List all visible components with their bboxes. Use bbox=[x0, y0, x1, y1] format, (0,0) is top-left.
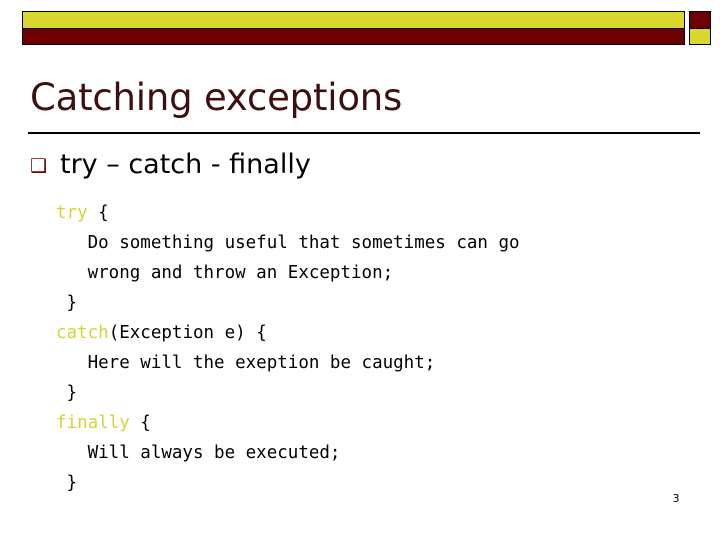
code-line: Do something useful that sometimes can g… bbox=[56, 228, 696, 258]
code-text: { bbox=[87, 203, 109, 223]
code-keyword: finally bbox=[56, 413, 130, 433]
code-line: wrong and throw an Exception; bbox=[56, 258, 696, 288]
header-yellow-square bbox=[689, 29, 711, 45]
code-text: } bbox=[56, 383, 78, 403]
code-line: Here will the exeption be caught; bbox=[56, 348, 696, 378]
bullet-list-item: ❑ try – catch - finally bbox=[30, 148, 690, 182]
square-bullet-icon: ❑ bbox=[30, 155, 48, 177]
code-text: (Exception e) { bbox=[108, 323, 267, 343]
code-text: Here will the exeption be caught; bbox=[56, 353, 436, 373]
code-text: Do something useful that sometimes can g… bbox=[56, 233, 520, 253]
code-line: } bbox=[56, 378, 696, 408]
code-snippet: try { Do something useful that sometimes… bbox=[56, 198, 696, 498]
header-dark-red-bar bbox=[22, 29, 685, 45]
slide-page-number: 3 bbox=[672, 492, 680, 505]
bullet-item-label: try – catch - finally bbox=[60, 149, 311, 180]
code-text: } bbox=[56, 473, 78, 493]
slide-header-decoration bbox=[0, 0, 720, 50]
header-yellow-bar bbox=[22, 11, 685, 29]
code-keyword: catch bbox=[56, 323, 109, 343]
code-text: Will always be executed; bbox=[56, 443, 341, 463]
code-line: catch(Exception e) { bbox=[56, 318, 696, 348]
header-dark-red-square bbox=[689, 11, 711, 29]
code-line: } bbox=[56, 288, 696, 318]
code-text: { bbox=[129, 413, 151, 433]
code-line: finally { bbox=[56, 408, 696, 438]
code-text: wrong and throw an Exception; bbox=[56, 263, 394, 283]
title-divider bbox=[28, 132, 700, 134]
code-line: } bbox=[56, 468, 696, 498]
code-keyword: try bbox=[56, 203, 88, 223]
code-text: } bbox=[56, 293, 78, 313]
code-line: try { bbox=[56, 198, 696, 228]
code-line: Will always be executed; bbox=[56, 438, 696, 468]
page-title: Catching exceptions bbox=[30, 76, 403, 119]
